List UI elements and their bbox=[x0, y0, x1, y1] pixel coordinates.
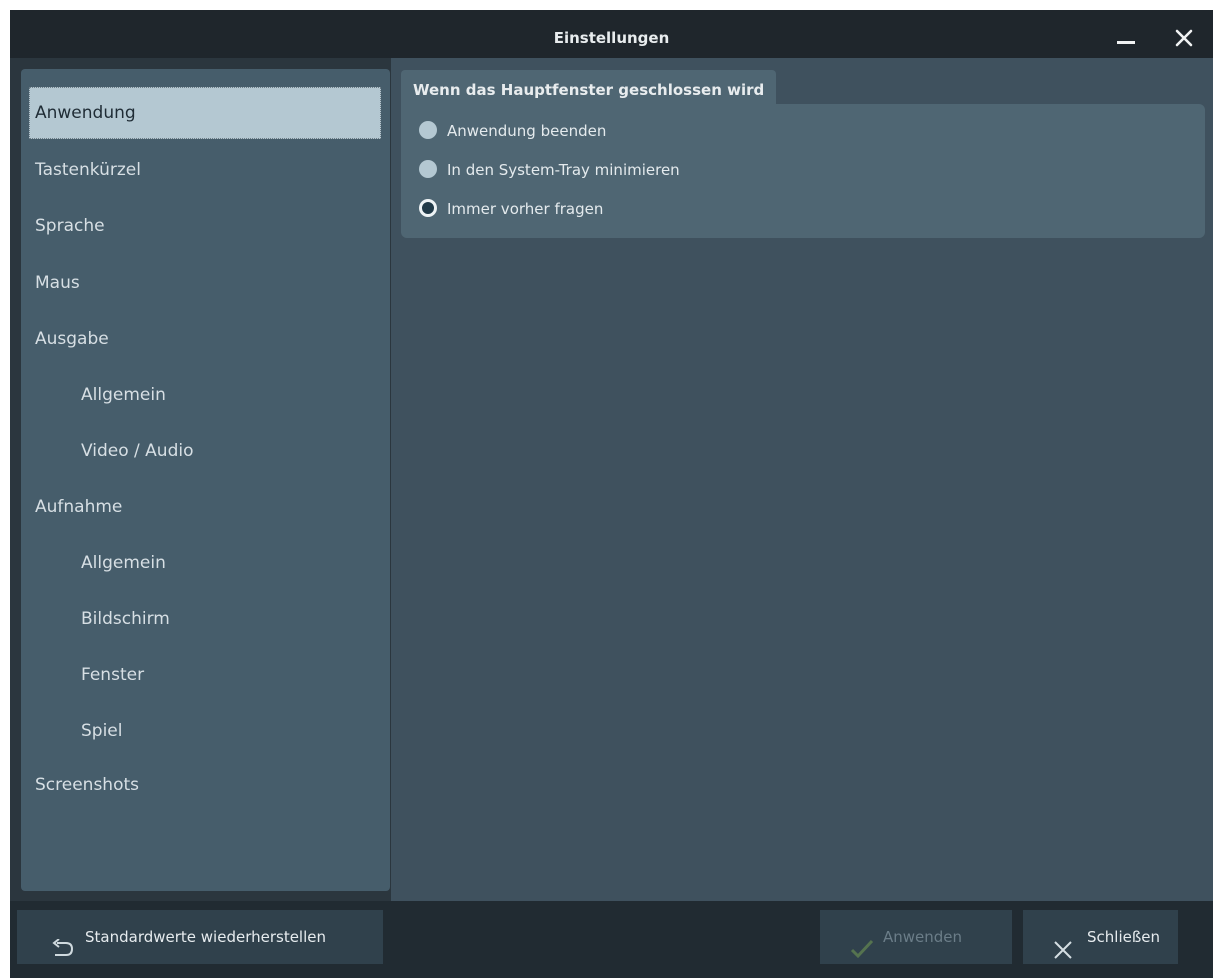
nav-item-tastenkuerzel[interactable]: Tastenkürzel bbox=[29, 144, 381, 196]
nav-item-video-audio[interactable]: Video / Audio bbox=[29, 425, 381, 477]
radio-label: Anwendung beenden bbox=[447, 122, 607, 140]
close-icon[interactable] bbox=[1171, 24, 1197, 50]
minimize-icon[interactable] bbox=[1113, 24, 1139, 50]
close-behavior-group: Anwendung beenden In den System-Tray min… bbox=[401, 104, 1205, 238]
restore-defaults-label: Standardwerte wiederherstellen bbox=[85, 928, 326, 946]
radio-immer-fragen[interactable]: Immer vorher fragen bbox=[419, 194, 603, 224]
nav-item-ausgabe-allgemein[interactable]: Allgemein bbox=[29, 369, 381, 421]
nav-item-anwendung[interactable]: Anwendung bbox=[29, 87, 381, 139]
settings-window: Einstellungen Anwendung Tastenkürzel Spr… bbox=[10, 10, 1213, 978]
close-button[interactable]: Schließen bbox=[1023, 910, 1178, 964]
radio-system-tray[interactable]: In den System-Tray minimieren bbox=[419, 155, 680, 185]
nav-item-bildschirm[interactable]: Bildschirm bbox=[29, 593, 381, 645]
close-x-icon bbox=[1053, 928, 1073, 978]
nav-item-screenshots[interactable]: Screenshots bbox=[29, 759, 381, 811]
nav-item-sprache[interactable]: Sprache bbox=[29, 200, 381, 252]
window-title: Einstellungen bbox=[553, 29, 670, 47]
title-bar[interactable]: Einstellungen bbox=[10, 10, 1213, 58]
dialog-footer: Standardwerte wiederherstellen Anwenden … bbox=[10, 901, 1213, 978]
checkmark-icon bbox=[850, 927, 874, 978]
nav-item-aufnahme-allgemein[interactable]: Allgemein bbox=[29, 537, 381, 589]
radio-unchecked-icon bbox=[419, 121, 437, 139]
settings-nav: Anwendung Tastenkürzel Sprache Maus Ausg… bbox=[21, 69, 390, 891]
nav-item-maus[interactable]: Maus bbox=[29, 257, 381, 309]
radio-checked-icon bbox=[419, 199, 437, 217]
close-label: Schließen bbox=[1087, 928, 1161, 946]
nav-item-aufnahme[interactable]: Aufnahme bbox=[29, 481, 381, 533]
undo-icon bbox=[50, 927, 76, 978]
radio-label: In den System-Tray minimieren bbox=[447, 161, 680, 179]
radio-unchecked-icon bbox=[419, 160, 437, 178]
radio-anwendung-beenden[interactable]: Anwendung beenden bbox=[419, 116, 606, 146]
radio-label: Immer vorher fragen bbox=[447, 200, 604, 218]
nav-item-spiel[interactable]: Spiel bbox=[29, 705, 381, 757]
nav-item-ausgabe[interactable]: Ausgabe bbox=[29, 313, 381, 365]
settings-content: Wenn das Hauptfenster geschlossen wird A… bbox=[391, 58, 1213, 901]
apply-label: Anwenden bbox=[883, 928, 963, 946]
group-title: Wenn das Hauptfenster geschlossen wird bbox=[401, 70, 777, 108]
restore-defaults-button[interactable]: Standardwerte wiederherstellen bbox=[17, 910, 383, 964]
apply-button[interactable]: Anwenden bbox=[820, 910, 1012, 964]
nav-item-fenster[interactable]: Fenster bbox=[29, 649, 381, 701]
